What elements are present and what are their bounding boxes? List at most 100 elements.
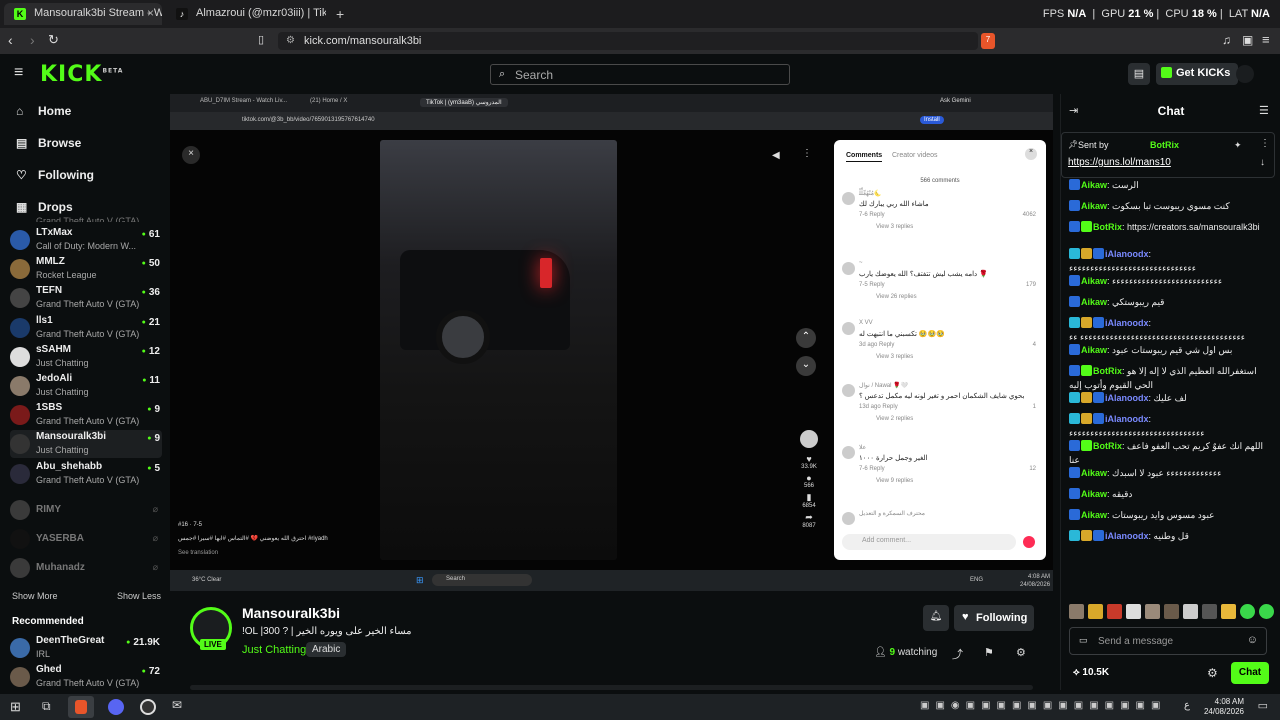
sidebar-channel[interactable]: MMLZ Rocket League 50 <box>10 255 162 283</box>
chat-username[interactable]: Aikaw <box>1081 510 1107 520</box>
notification-button[interactable]: 🔔︎ <box>923 605 949 631</box>
streamer-name[interactable]: Mansouralk3bi <box>242 605 340 621</box>
chat-message[interactable]: Aikaw: ءءءءءءءءءءءءءءءءءءءءءءءءءء <box>1069 274 1275 288</box>
library-icon[interactable]: ▤ <box>1128 63 1150 85</box>
input-language[interactable]: ع <box>1184 700 1190 711</box>
settings-icon[interactable]: ⚙ <box>1016 646 1026 659</box>
sidebar-toggle-icon[interactable]: ▣ <box>1242 33 1253 47</box>
obs-taskbar-icon[interactable] <box>140 699 156 715</box>
following-button[interactable]: ♥ Following <box>954 605 1034 631</box>
chat-message[interactable]: iAlanoodx: ءءءءءءءءءءءءءءءءءءءءءءءءءءءءء… <box>1069 247 1275 275</box>
chat-users-icon[interactable]: ☰ <box>1259 104 1269 117</box>
menu-icon[interactable]: ≡ <box>1262 32 1270 47</box>
emote-icon[interactable] <box>1164 604 1179 619</box>
expand-pinned-icon[interactable]: ↓ <box>1260 157 1265 168</box>
show-more-button[interactable]: Show More <box>12 591 58 601</box>
chat-message[interactable]: Aikaw: الرست <box>1069 178 1275 192</box>
recommended-channel[interactable]: DeenTheGreat IRL 21.9K <box>10 634 162 662</box>
chat-username[interactable]: iAlanoodx <box>1105 393 1149 403</box>
chat-message[interactable]: iAlanoodx: قل وطنيه <box>1069 529 1275 543</box>
chat-message[interactable]: Aikaw: كنت مسوي ريبوست تبا بسكوت <box>1069 199 1275 213</box>
brave-shield-icon[interactable]: 7 <box>981 33 995 49</box>
chat-username[interactable]: iAlanoodx <box>1105 249 1149 259</box>
discord-taskbar-icon[interactable] <box>108 699 124 715</box>
back-icon[interactable]: ‹ <box>8 32 13 48</box>
sidebar-channel[interactable]: lls1 Grand Theft Auto V (GTA)21 <box>10 314 162 342</box>
sidebar-channel[interactable]: sSAHM Just Chatting 12 <box>10 343 162 371</box>
sidebar-channel[interactable]: LTxMax Call of Duty: Modern W... 61 <box>10 226 162 254</box>
bookmark-icon[interactable]: ▯ <box>258 33 264 46</box>
url-field[interactable]: ⚙ kick.com/mansouralk3bi <box>278 32 978 50</box>
emoji-icon[interactable]: ☺ <box>1247 634 1258 646</box>
nav-drops[interactable]: ▦ Drops <box>16 200 73 214</box>
browser-tab-tiktok[interactable]: ♪ Almazroui (@mzr03iii) | TikTok <box>166 3 326 25</box>
show-less-button[interactable]: Show Less <box>117 591 161 601</box>
emote-icon[interactable] <box>1240 604 1255 619</box>
chat-username[interactable]: BotRix <box>1093 366 1122 376</box>
chat-username[interactable]: BotRix <box>1093 222 1122 232</box>
chat-username[interactable]: Aikaw <box>1081 180 1107 190</box>
emote-icon[interactable] <box>1088 604 1103 619</box>
clip-icon[interactable]: ⚑ <box>984 646 994 659</box>
share-icon[interactable]: ⤴ <box>952 646 963 662</box>
sidebar-channel[interactable]: Mansouralk3bi Just Chatting 9 <box>10 430 162 459</box>
chat-message[interactable]: iAlanoodx: ءءءءءءءءءءءءءءءءءءءءءءءءءءءءء… <box>1069 412 1275 440</box>
emote-icon[interactable] <box>1107 604 1122 619</box>
chat-message[interactable]: Aikaw: عبود مسوس وايد ريبوستات <box>1069 508 1275 522</box>
sidebar-channel[interactable]: 1SBS Grand Theft Auto V (GTA) 9 <box>10 401 162 429</box>
video-player[interactable]: ABU_D7IM Stream - Watch Liv... (21) Home… <box>170 94 1053 591</box>
chat-username[interactable]: Aikaw <box>1081 468 1107 478</box>
language-tag[interactable]: Arabic <box>306 642 347 657</box>
chat-username[interactable]: iAlanoodx <box>1105 531 1149 541</box>
chat-username[interactable]: Aikaw <box>1081 297 1107 307</box>
chat-username[interactable]: Aikaw <box>1081 276 1107 286</box>
chat-message[interactable]: BotRix: استغفرالله العظيم الذي لا إله إل… <box>1069 364 1275 392</box>
stream-category[interactable]: Just Chatting <box>242 644 306 656</box>
offline-channel[interactable]: YASERBA ⌀ <box>10 525 162 553</box>
notification-center-icon[interactable]: ▭ <box>1258 699 1268 712</box>
emote-icon[interactable] <box>1259 604 1274 619</box>
system-clock[interactable]: 4:08 AM 24/08/2026 <box>1204 697 1244 717</box>
chat-message[interactable]: Aikaw: بس اول شي قيم ريبوستات عبود <box>1069 343 1275 357</box>
chat-message[interactable]: Aikaw: قيم ريبوستكي <box>1069 295 1275 309</box>
chat-username[interactable]: Aikaw <box>1081 345 1107 355</box>
brave-taskbar-icon[interactable] <box>68 696 94 718</box>
offline-channel[interactable]: Muhanadz ⌀ <box>10 554 162 582</box>
sidebar-channel[interactable]: JedoAli Just Chatting 11 <box>10 372 162 400</box>
reload-icon[interactable]: ↻ <box>48 32 59 48</box>
nav-browse[interactable]: ▤ Browse <box>16 136 81 150</box>
site-info-icon[interactable]: ⚙ <box>286 35 295 46</box>
emote-icon[interactable] <box>1221 604 1236 619</box>
get-kicks-button[interactable]: Get KICKs <box>1156 63 1239 85</box>
media-icon[interactable]: ♫ <box>1222 33 1231 47</box>
chat-message[interactable]: BotRix: https://creators.sa/mansouralk3b… <box>1069 220 1275 234</box>
chat-settings-icon[interactable]: ⚙ <box>1207 666 1218 680</box>
offline-channel[interactable]: RIMY ⌀ <box>10 496 162 524</box>
emote-icon[interactable] <box>1126 604 1141 619</box>
chat-message[interactable]: BotRix: اللهم انك عفوٌ كريم تحب العفو فا… <box>1069 439 1275 467</box>
emote-icon[interactable] <box>1069 604 1084 619</box>
recommended-channel[interactable]: Ghed Grand Theft Auto V (GTA)72 <box>10 663 162 690</box>
close-tab-icon[interactable]: × <box>147 6 154 20</box>
chat-message[interactable]: iAlanoodx: لف عليك <box>1069 391 1275 405</box>
sidebar-channel[interactable]: Abu_shehabb Grand Theft Auto V (GTA) 5 <box>10 460 162 488</box>
pinned-link[interactable]: https://guns.lol/mans10 <box>1068 157 1171 168</box>
nav-home[interactable]: ⌂ Home <box>16 104 71 118</box>
pinned-more-icon[interactable]: ⋮ <box>1260 138 1270 149</box>
sidebar-channel[interactable]: TEFN Grand Theft Auto V (GTA)36 <box>10 284 162 312</box>
chat-username[interactable]: Aikaw <box>1081 489 1107 499</box>
chat-username[interactable]: iAlanoodx <box>1105 414 1149 424</box>
forward-icon[interactable]: › <box>30 32 35 48</box>
emote-icon[interactable] <box>1145 604 1160 619</box>
chat-username[interactable]: iAlanoodx <box>1105 318 1149 328</box>
hamburger-icon[interactable]: ≡ <box>14 64 23 82</box>
chat-username[interactable]: BotRix <box>1093 441 1122 451</box>
task-view-icon[interactable]: ⧉ <box>42 699 51 714</box>
chat-message[interactable]: Aikaw: ءءءءءءءءءءءءء عبود لا اسبدك <box>1069 466 1275 480</box>
chat-message[interactable]: Aikaw: دقيقه <box>1069 487 1275 501</box>
emote-icon[interactable] <box>1183 604 1198 619</box>
kick-logo[interactable]: KICKBETA <box>40 62 123 87</box>
nav-following[interactable]: ♡ Following <box>16 168 94 182</box>
browser-tab-kick[interactable]: K Mansouralk3bi Stream - Watc × <box>4 3 162 25</box>
chat-message[interactable]: iAlanoodx: ءءءءءءءءءءءءءءءءءءءءءءءءءءءءء… <box>1069 316 1275 344</box>
